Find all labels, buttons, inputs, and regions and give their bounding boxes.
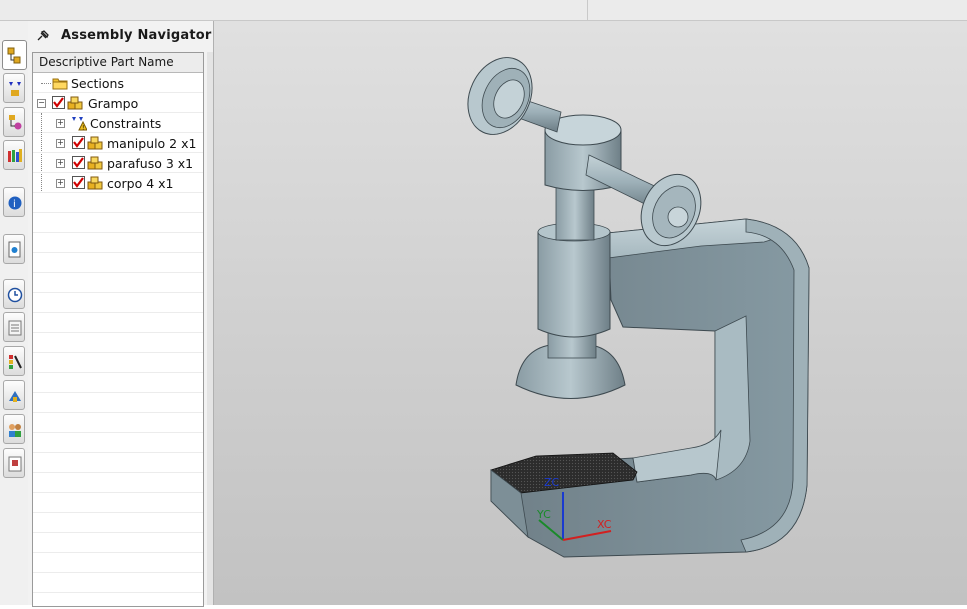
process-studio-tab[interactable] (3, 380, 25, 410)
empty-row (33, 213, 203, 233)
part-navigator-icon (9, 115, 22, 130)
tree-row-constraints[interactable]: + ! Constraints (33, 113, 203, 193)
component-icon (87, 136, 103, 150)
empty-row (33, 533, 203, 553)
web-browser-icon (8, 241, 21, 258)
empty-row (33, 413, 203, 433)
column-header[interactable]: Descriptive Part Name (33, 53, 203, 73)
tree-row-manipulo[interactable]: + manipulo 2 x1 (33, 133, 203, 153)
reuse-library-icon (8, 149, 22, 162)
empty-row (33, 233, 203, 253)
clamp-model[interactable]: ZC YC XC (214, 21, 967, 605)
top-toolbar (0, 0, 967, 21)
roles-icon (9, 424, 21, 437)
resource-bar: i (0, 21, 29, 605)
tree-item-label: Constraints (90, 116, 162, 131)
component-icon (87, 176, 103, 190)
zc-label: ZC (544, 476, 560, 489)
reports-tab[interactable] (3, 448, 25, 478)
expand-toggle[interactable]: + (56, 119, 65, 128)
navigator-header: Assembly Navigator (28, 21, 213, 51)
checkbox-checked-icon[interactable] (72, 156, 85, 169)
empty-row (33, 553, 203, 573)
yc-label: YC (536, 508, 551, 521)
assembly-navigator-icon (7, 47, 21, 64)
navigator-tree: Descriptive Part Name Sections − Grampo … (32, 52, 204, 607)
empty-row (33, 573, 203, 593)
component-icon (87, 156, 103, 170)
visualization-icon (9, 355, 22, 369)
empty-row (33, 433, 203, 453)
empty-row (33, 493, 203, 513)
empty-row (33, 513, 203, 533)
xc-label: XC (597, 518, 612, 531)
empty-row (33, 293, 203, 313)
tree-item-label: Grampo (88, 96, 139, 111)
empty-row (33, 353, 203, 373)
system-materials-icon (8, 320, 22, 336)
constraint-navigator-icon (9, 82, 21, 96)
tree-row-sections[interactable]: Sections (33, 73, 203, 93)
tree-connector (41, 83, 51, 84)
assembly-navigator-panel: Assembly Navigator Descriptive Part Name… (28, 21, 213, 607)
empty-row (33, 193, 203, 213)
collapse-toggle[interactable]: − (37, 99, 46, 108)
empty-row (33, 253, 203, 273)
history-icon (7, 287, 23, 303)
svg-text:i: i (13, 199, 16, 210)
expand-toggle[interactable]: + (56, 139, 65, 148)
web-browser-tab[interactable] (3, 234, 25, 264)
pin-icon[interactable] (36, 30, 50, 42)
navigator-title: Assembly Navigator (61, 28, 212, 43)
hd3d-tools-icon: i (8, 196, 22, 210)
parafuso-part[interactable] (515, 114, 626, 399)
empty-row (33, 273, 203, 293)
tree-row-parafuso[interactable]: + parafuso 3 x1 (33, 153, 203, 173)
empty-row (33, 333, 203, 353)
tree-item-label: manipulo 2 x1 (107, 136, 197, 151)
toolbar-separator (587, 0, 588, 20)
history-tab[interactable] (3, 279, 25, 309)
constraints-icon: ! (72, 117, 87, 132)
tree-item-label: Sections (71, 76, 124, 91)
svg-text:!: ! (82, 125, 84, 132)
hd3d-tools-tab[interactable]: i (3, 187, 25, 217)
empty-row (33, 373, 203, 393)
empty-row (33, 393, 203, 413)
empty-row (33, 453, 203, 473)
part-navigator-tab[interactable] (3, 107, 25, 137)
constraint-navigator-tab[interactable] (3, 73, 25, 103)
assembly-navigator-tab[interactable] (2, 40, 27, 70)
empty-row (33, 473, 203, 493)
expand-toggle[interactable]: + (56, 159, 65, 168)
checkbox-checked-icon[interactable] (72, 136, 85, 149)
tree-row-grampo[interactable]: − Grampo (33, 93, 203, 113)
folder-icon (52, 78, 68, 90)
graphics-window[interactable]: ZC YC XC (213, 21, 967, 605)
reports-icon (8, 456, 22, 472)
roles-tab[interactable] (3, 414, 25, 444)
process-studio-icon (9, 391, 21, 402)
expand-toggle[interactable]: + (56, 179, 65, 188)
system-materials-tab[interactable] (3, 312, 25, 342)
tree-row-corpo[interactable]: + corpo 4 x1 (33, 173, 203, 193)
visualization-tab[interactable] (3, 346, 25, 376)
checkbox-checked-icon[interactable] (52, 96, 65, 109)
reuse-library-tab[interactable] (3, 140, 25, 170)
empty-row (33, 313, 203, 333)
checkbox-checked-icon[interactable] (72, 176, 85, 189)
tree-item-label: parafuso 3 x1 (107, 156, 194, 171)
tree-item-label: corpo 4 x1 (107, 176, 174, 191)
assembly-icon (67, 96, 83, 110)
